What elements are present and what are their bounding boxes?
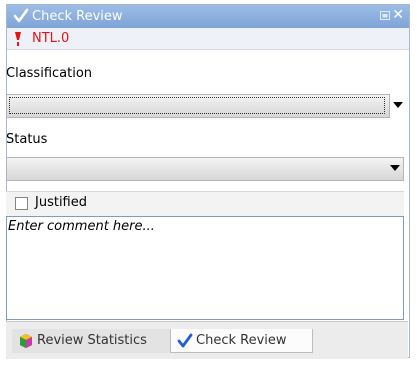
chevron-down-icon[interactable] — [390, 165, 400, 171]
close-icon[interactable]: ✕ — [392, 7, 404, 23]
status-label: Status — [6, 132, 48, 147]
review-statistics-icon — [20, 334, 32, 348]
violation-pin-icon — [15, 32, 21, 46]
check-code-row: NTL.0 — [7, 28, 409, 50]
classification-select[interactable] — [6, 94, 403, 118]
justified-row: Justified — [6, 191, 404, 217]
tab-check-review-label: Check Review — [196, 333, 287, 348]
panel-title: Check Review — [32, 9, 123, 24]
check-code: NTL.0 — [32, 31, 70, 46]
justified-checkbox[interactable] — [15, 197, 28, 210]
panel-titlebar: Check Review ✕ — [7, 5, 409, 28]
comment-placeholder: Enter comment here... — [8, 219, 155, 234]
chevron-down-icon[interactable] — [393, 102, 403, 108]
justified-label[interactable]: Justified — [35, 195, 87, 210]
tab-review-statistics[interactable]: Review Statistics — [12, 329, 170, 353]
restore-window-icon[interactable] — [380, 11, 390, 20]
checkmark-icon — [177, 333, 193, 348]
tab-review-statistics-label: Review Statistics — [37, 333, 147, 348]
comment-textarea[interactable]: Enter comment here... — [6, 216, 404, 320]
status-select[interactable] — [6, 157, 404, 181]
tab-check-review[interactable]: Check Review — [170, 329, 313, 353]
bottom-tabstrip: Review Statistics Check Review — [6, 321, 408, 359]
classification-label: Classification — [6, 66, 93, 81]
checkmark-icon — [13, 8, 29, 23]
